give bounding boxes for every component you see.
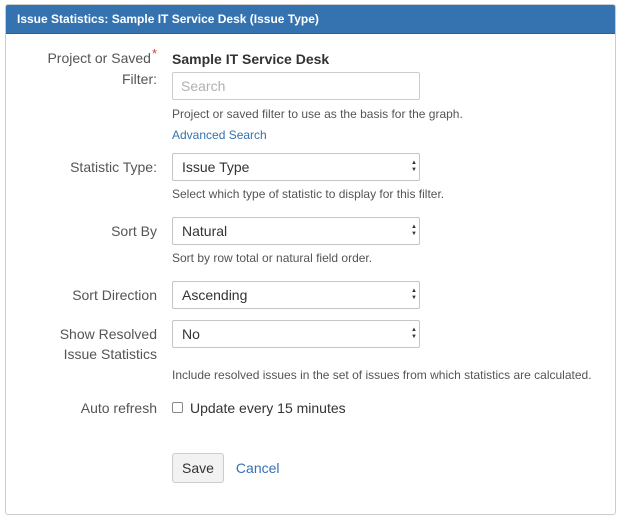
statistic-type-description: Select which type of statistic to displa… <box>172 187 445 201</box>
statistic-type-select[interactable]: Issue Type ▲ ▼ <box>172 153 420 181</box>
project-search-input[interactable] <box>172 72 420 100</box>
sort-by-description: Sort by row total or natural field order… <box>172 251 373 265</box>
select-arrows-icon: ▲ ▼ <box>411 224 417 237</box>
cancel-link[interactable]: Cancel <box>236 453 280 483</box>
project-filter-label: Project or Saved* Filter: <box>47 46 157 87</box>
panel-title: Issue Statistics: Sample IT Service Desk… <box>6 5 615 34</box>
select-arrows-icon: ▲ ▼ <box>411 288 417 301</box>
required-asterisk: * <box>151 46 157 61</box>
show-resolved-label: Show Resolved Issue Statistics <box>59 326 157 362</box>
auto-refresh-checkbox[interactable] <box>172 401 183 413</box>
statistic-type-label: Statistic Type: <box>70 159 157 175</box>
gadget-config-panel: Issue Statistics: Sample IT Service Desk… <box>5 4 616 515</box>
show-resolved-description: Include resolved issues in the set of is… <box>172 368 592 382</box>
auto-refresh-label: Auto refresh <box>80 400 157 416</box>
project-filter-description: Project or saved filter to use as the ba… <box>172 107 463 121</box>
select-arrows-icon: ▲ ▼ <box>411 160 417 173</box>
save-button[interactable]: Save <box>172 453 224 483</box>
selected-project-name: Sample IT Service Desk <box>172 51 330 67</box>
sort-by-label: Sort By <box>111 223 157 239</box>
sort-by-select[interactable]: Natural ▲ ▼ <box>172 217 420 245</box>
show-resolved-select[interactable]: No ▲ ▼ <box>172 320 420 348</box>
sort-direction-select[interactable]: Ascending ▲ ▼ <box>172 281 420 309</box>
sort-direction-label: Sort Direction <box>72 287 157 303</box>
auto-refresh-checkbox-label[interactable]: Update every 15 minutes <box>190 400 346 416</box>
advanced-search-link[interactable]: Advanced Search <box>172 128 267 142</box>
select-arrows-icon: ▲ ▼ <box>411 327 417 340</box>
